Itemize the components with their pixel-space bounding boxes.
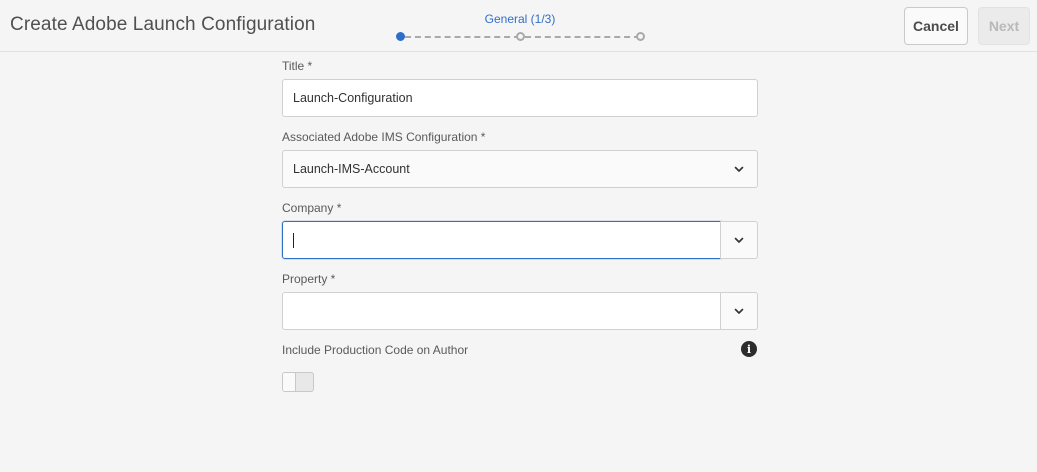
company-label: Company *: [282, 201, 342, 215]
company-dropdown-button[interactable]: [720, 221, 758, 259]
chevron-down-icon: [734, 237, 744, 243]
info-icon[interactable]: i: [741, 341, 757, 357]
company-input[interactable]: [282, 221, 721, 259]
page-title: Create Adobe Launch Configuration: [10, 14, 316, 35]
title-input-value: Launch-Configuration: [293, 91, 413, 105]
ims-config-select[interactable]: Launch-IMS-Account: [282, 150, 758, 188]
wizard-connector: [525, 36, 640, 38]
text-cursor: [293, 233, 294, 248]
wizard-step-2-dot: [516, 32, 525, 41]
chevron-down-icon: [734, 166, 744, 172]
next-button[interactable]: Next: [978, 7, 1030, 45]
property-input[interactable]: [282, 292, 721, 330]
ims-config-value: Launch-IMS-Account: [293, 162, 410, 176]
header-bar: Create Adobe Launch Configuration Genera…: [0, 0, 1037, 52]
wizard-progress: [396, 32, 646, 42]
property-combobox: [282, 292, 758, 330]
company-combobox: [282, 221, 758, 259]
wizard-step-label: General (1/3): [484, 12, 556, 26]
cancel-button[interactable]: Cancel: [904, 7, 968, 45]
wizard-step-3-dot: [636, 32, 645, 41]
property-label: Property *: [282, 272, 336, 286]
property-dropdown-button[interactable]: [720, 292, 758, 330]
include-prod-label: Include Production Code on Author: [282, 343, 469, 357]
title-label: Title *: [282, 59, 313, 73]
ims-config-label: Associated Adobe IMS Configuration *: [282, 130, 486, 144]
title-input[interactable]: Launch-Configuration: [282, 79, 758, 117]
toggle-knob: [283, 373, 296, 391]
chevron-down-icon: [734, 308, 744, 314]
wizard-step-1-dot: [396, 32, 405, 41]
wizard-connector: [405, 36, 520, 38]
include-prod-toggle[interactable]: [282, 372, 314, 392]
